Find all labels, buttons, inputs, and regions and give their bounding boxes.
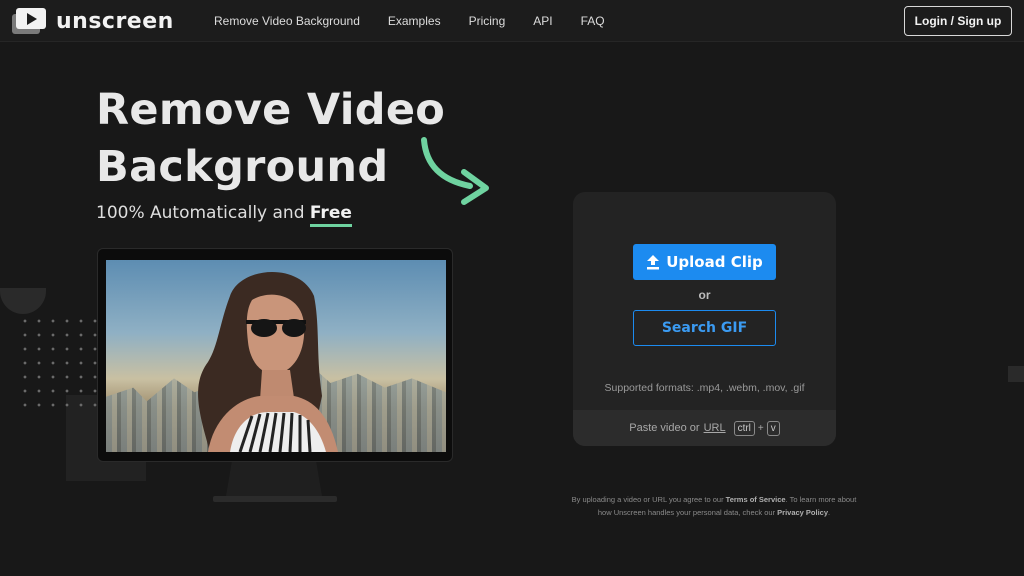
logo[interactable]: unscreen [12, 8, 174, 34]
curved-arrow-icon [421, 137, 489, 205]
paste-url-link[interactable]: URL [704, 422, 726, 434]
plus-sign: + [757, 422, 764, 434]
or-separator: or [698, 288, 711, 302]
monitor-base [213, 496, 337, 502]
nav-links: Remove Video Background Examples Pricing… [200, 0, 619, 42]
demo-monitor [97, 248, 453, 462]
privacy-policy-link[interactable]: Privacy Policy [777, 508, 828, 517]
supported-formats-text: Supported formats: .mp4, .webm, .mov, .g… [604, 382, 805, 394]
paste-prefix: Paste video or [629, 422, 700, 434]
legal-notice: By uploading a video or URL you agree to… [566, 493, 862, 519]
subtitle-prefix: 100% Automatically and [96, 203, 305, 223]
nav-link-api[interactable]: API [533, 14, 552, 28]
logo-text: unscreen [56, 8, 174, 34]
v-key-hint: v [766, 420, 780, 436]
hero-subtitle: 100% Automatically and Free [96, 203, 352, 227]
demo-video-preview [106, 260, 446, 452]
decorative-dot-grid [18, 314, 98, 414]
search-gif-button[interactable]: Search GIF [633, 310, 776, 346]
logo-play-icon [12, 8, 46, 34]
nav-link-faq[interactable]: FAQ [581, 14, 605, 28]
upload-clip-label: Upload Clip [666, 253, 763, 271]
upload-card: Upload Clip or Search GIF Supported form… [573, 192, 836, 446]
monitor-stand [226, 462, 322, 496]
top-navbar: unscreen Remove Video Background Example… [0, 0, 1024, 42]
legal-text-3: . [828, 508, 831, 517]
nav-link-pricing[interactable]: Pricing [469, 14, 506, 28]
ctrl-key-hint: ctrl [733, 420, 755, 436]
paste-bar: Paste video or URL ctrl + v [573, 410, 836, 446]
nav-link-examples[interactable]: Examples [388, 14, 441, 28]
upload-clip-button[interactable]: Upload Clip [633, 244, 776, 280]
subtitle-free: Free [309, 203, 352, 227]
decorative-semicircle [0, 288, 46, 314]
decorative-square-right [1008, 366, 1024, 382]
nav-link-remove-video-background[interactable]: Remove Video Background [214, 14, 360, 28]
title-line-1: Remove Video [96, 85, 446, 135]
login-signup-button[interactable]: Login / Sign up [904, 6, 1012, 36]
upload-icon [647, 255, 660, 270]
person-image [198, 271, 338, 452]
legal-text-1: By uploading a video or URL you agree to… [571, 495, 724, 504]
terms-of-service-link[interactable]: Terms of Service [726, 495, 786, 504]
